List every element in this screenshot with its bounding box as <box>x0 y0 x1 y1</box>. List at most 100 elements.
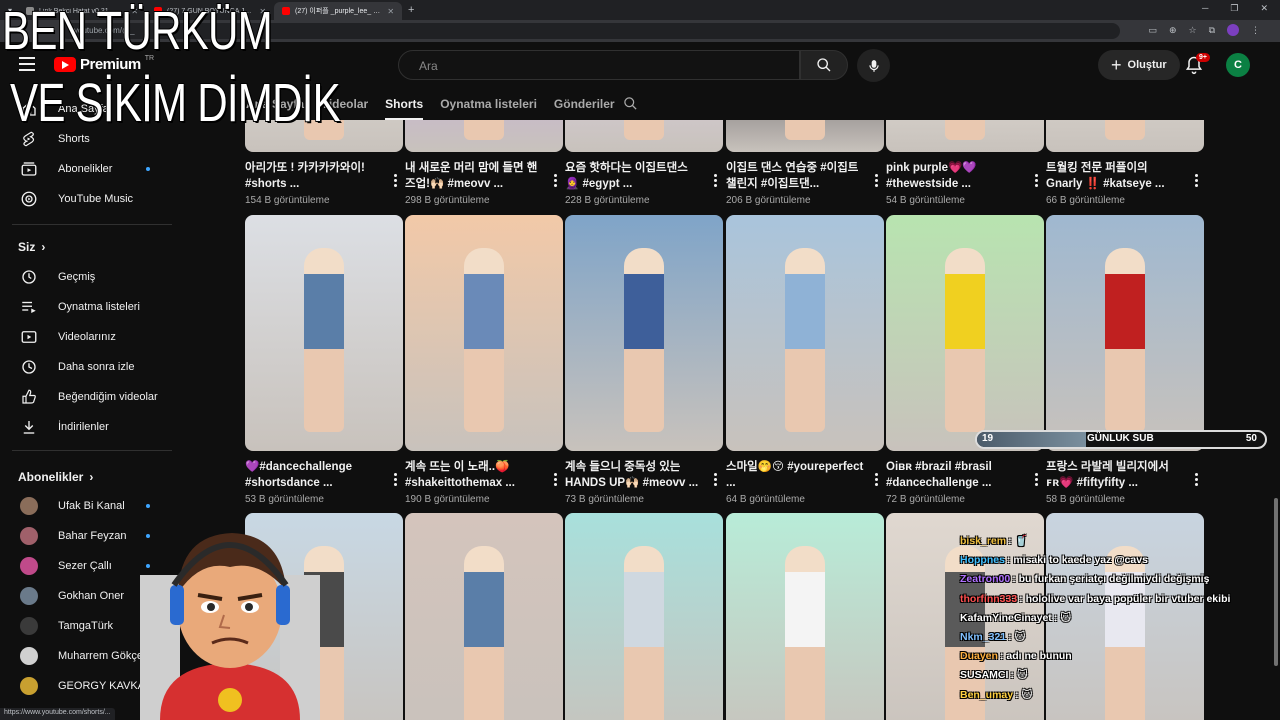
short-card[interactable] <box>405 513 563 720</box>
tab-close-icon[interactable]: ✕ <box>387 7 394 16</box>
subscriptions-icon <box>21 162 37 176</box>
more-actions-icon[interactable] <box>389 172 401 188</box>
short-card[interactable]: 트월킹 전문 퍼플이의 Gnarly ‼️ #katseye ... 66 B g… <box>1046 120 1204 206</box>
short-title[interactable]: 아리가또 ! 카카카카와이! #shorts ... <box>245 160 403 192</box>
browser-profile-avatar[interactable] <box>1227 24 1239 36</box>
short-card[interactable] <box>565 513 723 720</box>
bookmark-star-icon[interactable]: ☆ <box>1188 25 1196 36</box>
short-card[interactable] <box>726 513 884 720</box>
short-title[interactable]: 계속 들으니 중독성 있는 HANDS UP🙌🏻 #meovv ... <box>565 459 723 491</box>
channel-avatar <box>20 647 38 665</box>
short-title[interactable]: 트월킹 전문 퍼플이의 Gnarly ‼️ #katseye ... <box>1046 160 1204 192</box>
chat-username: Zeatron00 <box>960 573 1011 586</box>
extensions-icon[interactable]: ⧉ <box>1209 25 1215 36</box>
account-avatar[interactable]: C <box>1226 53 1250 77</box>
sidebar-item-label: Geçmiş <box>58 271 96 283</box>
thumbnail-figure <box>785 546 825 720</box>
short-title[interactable]: 요즘 핫하다는 이집트댄스 🧕 #egypt ... <box>565 160 723 192</box>
sidebar-item-oynatma-listeleri[interactable]: Oynatma listeleri <box>12 292 172 322</box>
minimize-icon[interactable]: ─ <box>1202 3 1208 14</box>
sidebar-item-beg-endig-im-videolar[interactable]: Beğendiğim videolar <box>12 382 172 412</box>
chat-message: Hoppnes: misaki to kaede yaz @cavs <box>960 551 1260 570</box>
search-input[interactable]: Ara <box>398 50 800 80</box>
short-title[interactable]: 프랑스 라발레 빌리지에서 ꜰʀ💗 #fiftyfifty ... <box>1046 459 1204 491</box>
close-window-icon[interactable]: ✕ <box>1260 3 1268 14</box>
sub-goal-current: 19 <box>982 433 994 444</box>
short-thumbnail[interactable] <box>726 120 884 152</box>
sidebar-subscriptions-header[interactable]: Abonelikler › <box>18 470 93 484</box>
channel-search-icon[interactable] <box>623 96 638 111</box>
more-actions-icon[interactable] <box>709 172 721 188</box>
page-scrollbar[interactable] <box>1272 88 1280 720</box>
short-thumbnail[interactable] <box>565 513 723 720</box>
short-thumbnail[interactable] <box>405 513 563 720</box>
short-view-count: 72 B görüntüleme <box>886 494 965 505</box>
cast-icon[interactable]: ▭ <box>1148 25 1157 36</box>
browser-menu-icon[interactable]: ⋮ <box>1251 25 1260 36</box>
more-actions-icon[interactable] <box>549 471 561 487</box>
new-tab-button[interactable]: + <box>408 4 414 16</box>
sidebar-item-youtube-music[interactable]: YouTube Music <box>12 184 172 214</box>
short-card[interactable]: pink purple💗💜 #thewestside ... 54 B görün… <box>886 120 1044 206</box>
more-actions-icon[interactable] <box>1030 471 1042 487</box>
short-title[interactable]: 스마일🤭😚 #youreperfect ... <box>726 459 884 491</box>
short-title[interactable]: 이집트 댄스 연습중 #이집트챌린지 #이집트댄... <box>726 160 884 192</box>
window-controls: ─ ❐ ✕ <box>1202 3 1268 14</box>
short-card[interactable]: 스마일🤭😚 #youreperfect ... 64 B görüntüleme <box>726 215 884 505</box>
short-thumbnail[interactable] <box>886 120 1044 152</box>
search-button[interactable] <box>800 50 848 80</box>
tab-shorts[interactable]: Shorts <box>385 88 424 120</box>
sidebar-item-gec-mis[interactable]: Geçmiş <box>12 262 172 292</box>
maximize-icon[interactable]: ❐ <box>1230 3 1238 14</box>
tab-go-nderiler[interactable]: Gönderiler <box>554 88 615 120</box>
short-title[interactable]: pink purple💗💜 #thewestside ... <box>886 160 1044 192</box>
sidebar-you-header[interactable]: Siz › <box>18 240 45 254</box>
more-actions-icon[interactable] <box>870 172 882 188</box>
zoom-icon[interactable]: ⊕ <box>1169 25 1177 36</box>
short-title[interactable]: 계속 뜨는 이 노래..🍑 #shakeittothemax ... <box>405 459 563 491</box>
short-thumbnail[interactable] <box>886 215 1044 451</box>
short-card[interactable]: 💜#dancechallenge #shortsdance ... 53 B gö… <box>245 215 403 505</box>
short-title[interactable]: Oiʙʀ #brazil #brasil #dancechallenge ... <box>886 459 1044 491</box>
short-card[interactable]: 요즘 핫하다는 이집트댄스 🧕 #egypt ... 228 B görüntül… <box>565 120 723 206</box>
short-card[interactable]: Oiʙʀ #brazil #brasil #dancechallenge ...… <box>886 215 1044 505</box>
more-actions-icon[interactable] <box>709 471 721 487</box>
more-actions-icon[interactable] <box>389 471 401 487</box>
more-actions-icon[interactable] <box>870 471 882 487</box>
channel-avatar <box>20 497 38 515</box>
short-thumbnail[interactable] <box>565 120 723 152</box>
short-thumbnail[interactable] <box>1046 215 1204 451</box>
short-thumbnail[interactable] <box>1046 120 1204 152</box>
create-button[interactable]: + Oluştur <box>1098 50 1180 80</box>
short-card[interactable]: 내 새로운 머리 맘에 들면 핸즈업!🙌🏻 #meovv ... 298 B gö… <box>405 120 563 206</box>
more-actions-icon[interactable] <box>1190 471 1202 487</box>
stream-overlay-text-line1: BEN TÜRKÜM <box>2 1 273 61</box>
short-thumbnail[interactable] <box>565 215 723 451</box>
more-actions-icon[interactable] <box>549 172 561 188</box>
voice-search-button[interactable] <box>857 49 890 82</box>
short-title[interactable]: 💜#dancechallenge #shortsdance ... <box>245 459 403 491</box>
browser-tab[interactable]: (27) 이퍼플 _purple_lee_ - YouT ✕ <box>274 2 403 20</box>
short-thumbnail[interactable] <box>726 513 884 720</box>
scrollbar-thumb[interactable] <box>1274 498 1278 666</box>
short-thumbnail[interactable] <box>245 215 403 451</box>
short-card[interactable]: 계속 뜨는 이 노래..🍑 #shakeittothemax ... 190 B … <box>405 215 563 505</box>
short-thumbnail[interactable] <box>405 120 563 152</box>
short-thumbnail[interactable] <box>405 215 563 451</box>
tab-oynatma-listeleri[interactable]: Oynatma listeleri <box>440 88 537 120</box>
short-title[interactable]: 내 새로운 머리 맘에 들면 핸즈업!🙌🏻 #meovv ... <box>405 160 563 192</box>
you-header-label: Siz <box>18 240 36 254</box>
short-card[interactable]: 이집트 댄스 연습중 #이집트챌린지 #이집트댄... 206 B görüntü… <box>726 120 884 206</box>
short-card[interactable]: 프랑스 라발레 빌리지에서 ꜰʀ💗 #fiftyfifty ... 58 B gö… <box>1046 215 1204 505</box>
short-view-count: 54 B görüntüleme <box>886 195 965 206</box>
sidebar-item-videolar-n-z[interactable]: Videolarınız <box>12 322 172 352</box>
sidebar-item-abonelikler[interactable]: Abonelikler <box>12 154 172 184</box>
short-card[interactable]: 계속 들으니 중독성 있는 HANDS UP🙌🏻 #meovv ... 73 B … <box>565 215 723 505</box>
more-actions-icon[interactable] <box>1030 172 1042 188</box>
short-thumbnail[interactable] <box>726 215 884 451</box>
sidebar-item-label: Videolarınız <box>58 331 116 343</box>
sidebar-item-daha-sonra-izle[interactable]: Daha sonra izle <box>12 352 172 382</box>
thumbnail-figure <box>945 248 985 433</box>
sidebar-item-i-ndirilenler[interactable]: İndirilenler <box>12 412 172 442</box>
more-actions-icon[interactable] <box>1190 172 1202 188</box>
